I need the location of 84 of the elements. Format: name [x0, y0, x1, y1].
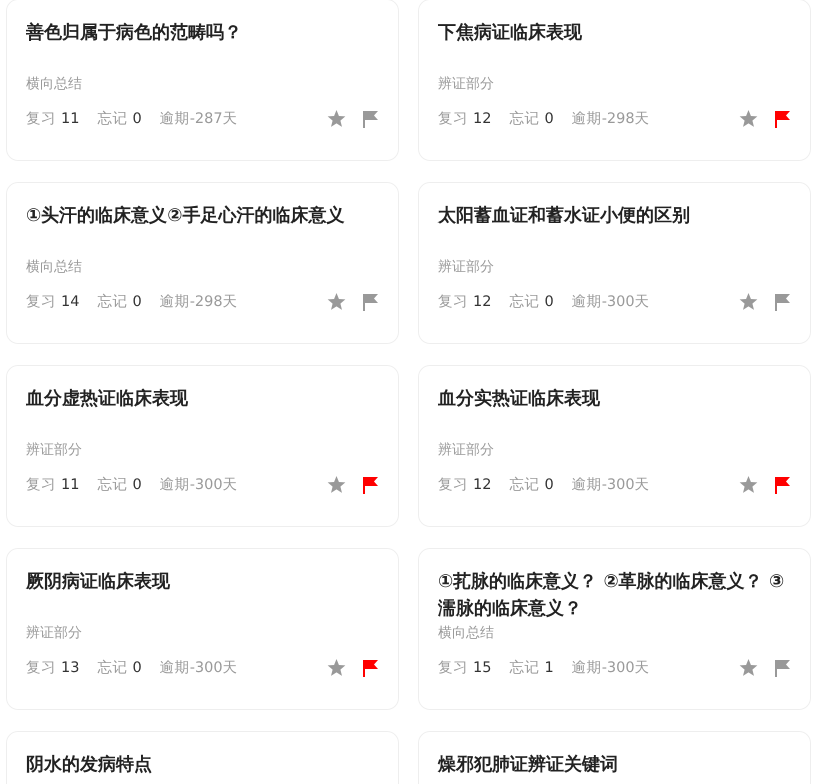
card[interactable]: ①芤脉的临床意义？ ②革脉的临床意义？ ③濡脉的临床意义？ 横向总结 复习 15 忘记 1 逾期-300天 — [418, 548, 811, 710]
review-label: 复习 — [26, 293, 56, 312]
review-count: 14 — [61, 293, 80, 312]
card-title[interactable]: 燥邪犯肺证辨证关键词 — [438, 751, 790, 784]
review-count: 12 — [473, 110, 492, 129]
card[interactable]: 燥邪犯肺证辨证关键词 — [418, 731, 811, 784]
star-icon[interactable] — [739, 476, 758, 494]
flag-icon[interactable] — [363, 110, 378, 128]
review-label: 复习 — [438, 476, 468, 495]
star-icon[interactable] — [327, 293, 346, 311]
star-icon[interactable] — [327, 476, 346, 494]
review-label: 复习 — [26, 659, 56, 678]
review-label: 复习 — [438, 293, 468, 312]
review-count: 11 — [61, 476, 80, 495]
review-count: 12 — [473, 293, 492, 312]
card-title[interactable]: 下焦病证临床表现 — [438, 19, 790, 73]
review-count: 12 — [473, 476, 492, 495]
review-count: 11 — [61, 110, 80, 129]
review-count: 13 — [61, 659, 80, 678]
card[interactable]: 血分实热证临床表现 辨证部分 复习 12 忘记 0 逾期-300天 — [418, 365, 811, 527]
flag-icon[interactable] — [775, 110, 790, 128]
flag-icon[interactable] — [775, 660, 790, 676]
category-label: 辨证部分 — [26, 624, 83, 643]
star-icon[interactable] — [739, 659, 758, 677]
star-icon[interactable] — [739, 110, 758, 128]
review-label: 复习 — [26, 476, 56, 495]
overdue-label: 逾期-287天 — [160, 110, 238, 129]
card-title[interactable]: 血分实热证临床表现 — [438, 385, 790, 439]
forget-label: 忘记 — [509, 292, 540, 312]
overdue-label: 逾期-298天 — [572, 110, 650, 129]
overdue-label: 逾期-300天 — [160, 476, 238, 495]
forget-count: 0 — [132, 110, 142, 129]
star-icon[interactable] — [327, 110, 346, 128]
category-label: 横向总结 — [438, 624, 495, 643]
overdue-label: 逾期-300天 — [572, 476, 650, 495]
category-label: 辨证部分 — [438, 258, 495, 277]
forget-count: 0 — [132, 293, 142, 312]
forget-label: 忘记 — [97, 292, 128, 312]
card[interactable]: 血分虚热证临床表现 辨证部分 复习 11 忘记 0 逾期-300天 — [6, 365, 399, 527]
forget-label: 忘记 — [97, 110, 128, 129]
card[interactable]: 善色归属于病色的范畴吗？ 横向总结 复习 11 忘记 0 逾期-287天 — [6, 0, 399, 161]
star-icon[interactable] — [327, 659, 346, 677]
review-count: 15 — [473, 659, 492, 678]
card-title[interactable]: 太阳蓄血证和蓄水证小便的区别 — [438, 202, 790, 256]
forget-count: 0 — [544, 293, 554, 312]
forget-count: 0 — [544, 110, 554, 129]
forget-count: 1 — [544, 659, 554, 678]
overdue-label: 逾期-300天 — [572, 659, 650, 678]
card-title[interactable]: 血分虚热证临床表现 — [26, 385, 378, 439]
card-title[interactable]: 阴水的发病特点 — [26, 751, 378, 784]
card[interactable]: ①头汗的临床意义②手足心汗的临床意义 横向总结 复习 14 忘记 0 逾期-298天 — [6, 182, 399, 344]
category-label: 横向总结 — [26, 258, 83, 277]
star-icon[interactable] — [739, 293, 758, 311]
category-label: 辨证部分 — [438, 75, 495, 94]
overdue-label: 逾期-300天 — [572, 293, 650, 312]
review-label: 复习 — [438, 110, 468, 129]
flag-icon[interactable] — [775, 476, 790, 494]
forget-label: 忘记 — [509, 110, 540, 129]
forget-label: 忘记 — [509, 658, 540, 678]
card[interactable]: 阴水的发病特点 — [6, 731, 399, 784]
flag-icon[interactable] — [775, 294, 790, 310]
card-title[interactable]: ①芤脉的临床意义？ ②革脉的临床意义？ ③濡脉的临床意义？ — [438, 568, 790, 622]
category-label: 辨证部分 — [438, 441, 495, 460]
forget-label: 忘记 — [509, 476, 540, 495]
forget-label: 忘记 — [97, 476, 128, 495]
forget-count: 0 — [132, 659, 142, 678]
card-title[interactable]: ①头汗的临床意义②手足心汗的临床意义 — [26, 202, 378, 256]
flag-icon[interactable] — [363, 660, 378, 676]
forget-count: 0 — [132, 476, 142, 495]
card-title[interactable]: 善色归属于病色的范畴吗？ — [26, 19, 378, 73]
category-label: 横向总结 — [26, 75, 83, 94]
card-title[interactable]: 厥阴病证临床表现 — [26, 568, 378, 622]
flag-icon[interactable] — [363, 476, 378, 494]
review-label: 复习 — [26, 110, 56, 129]
overdue-label: 逾期-300天 — [160, 659, 238, 678]
card[interactable]: 太阳蓄血证和蓄水证小便的区别 辨证部分 复习 12 忘记 0 逾期-300天 — [418, 182, 811, 344]
card[interactable]: 下焦病证临床表现 辨证部分 复习 12 忘记 0 逾期-298天 — [418, 0, 811, 161]
category-label: 辨证部分 — [26, 441, 83, 460]
forget-label: 忘记 — [97, 658, 128, 678]
forget-count: 0 — [544, 476, 554, 495]
flag-icon[interactable] — [363, 294, 378, 310]
overdue-label: 逾期-298天 — [160, 293, 238, 312]
review-label: 复习 — [438, 659, 468, 678]
card[interactable]: 厥阴病证临床表现 辨证部分 复习 13 忘记 0 逾期-300天 — [6, 548, 399, 710]
